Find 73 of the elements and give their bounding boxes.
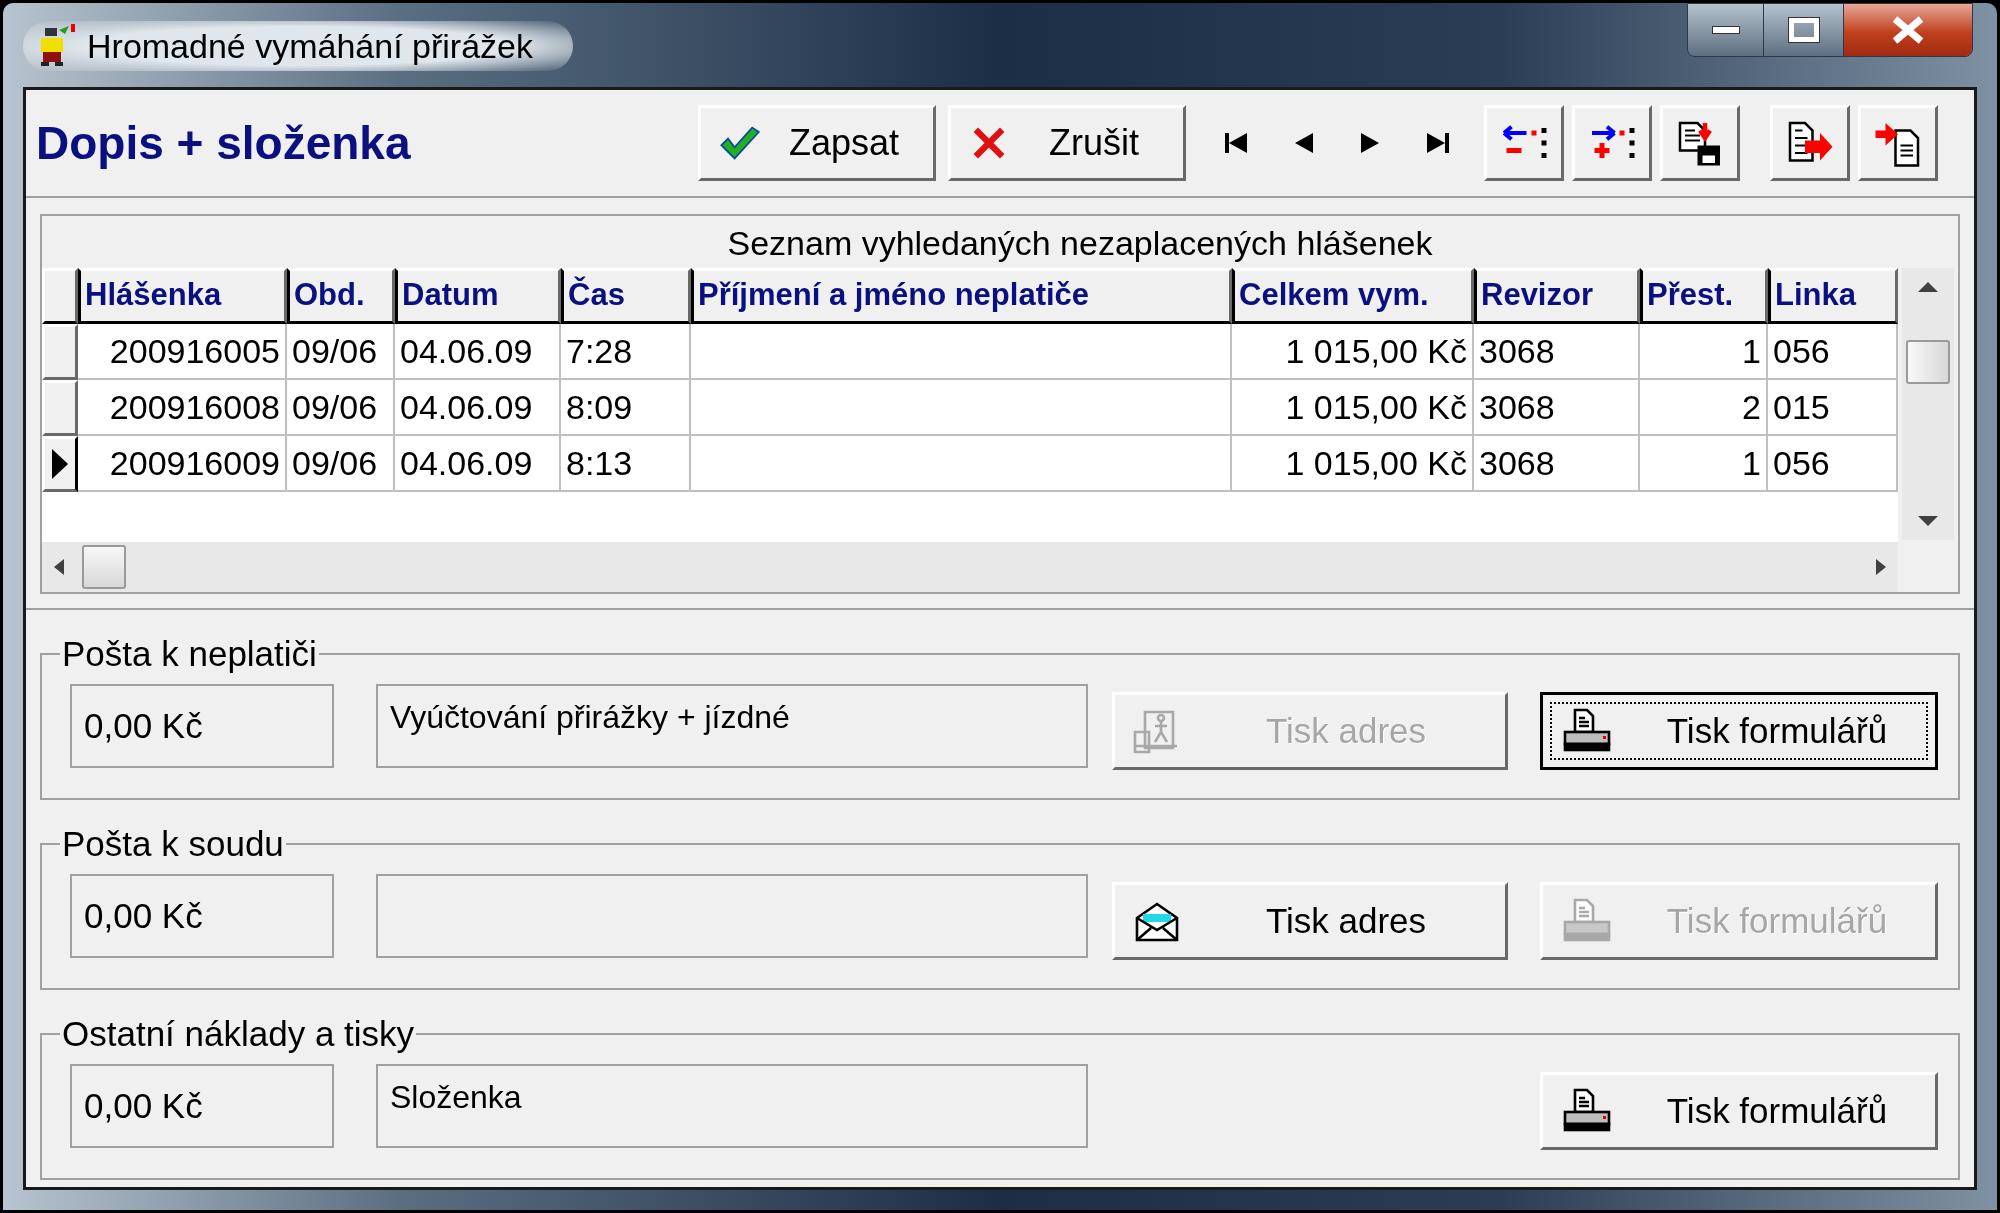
table-cell: 1 (1640, 436, 1768, 492)
scroll-up-icon[interactable] (1918, 282, 1938, 292)
scroll-down-icon[interactable] (1918, 516, 1938, 526)
table-cell: 3068 (1474, 324, 1640, 380)
envelope-icon (1133, 900, 1181, 942)
add-item-button[interactable] (1572, 105, 1652, 181)
table-cell: 1 015,00 Kč (1232, 380, 1474, 436)
description-field[interactable]: Vyúčtování přirážky + jízdné (376, 684, 1088, 768)
row-indicator[interactable] (42, 436, 78, 492)
description-field[interactable] (376, 874, 1088, 958)
print-addresses-button[interactable]: Tisk adres (1112, 882, 1508, 960)
table-cell: 056 (1768, 436, 1898, 492)
group-title: Ostatní náklady a tisky (61, 1014, 416, 1054)
export-document-button[interactable] (1770, 105, 1850, 181)
table-cell: 04.06.09 (395, 436, 561, 492)
table-cell: 1 015,00 Kč (1232, 436, 1474, 492)
printer-icon (1561, 1088, 1613, 1134)
table-cell: 09/06 (287, 324, 395, 380)
column-header[interactable]: Linka (1768, 268, 1898, 324)
column-header[interactable]: Hlášenka (78, 268, 287, 324)
scroll-right-icon[interactable] (1876, 559, 1886, 575)
close-icon (1891, 15, 1925, 45)
table-cell: 1 015,00 Kč (1232, 324, 1474, 380)
amount-field[interactable]: 0,00 Kč (70, 684, 334, 768)
column-header[interactable]: Revizor (1474, 268, 1640, 324)
amount-field[interactable]: 0,00 Kč (70, 874, 334, 958)
table-cell: 056 (1768, 324, 1898, 380)
group-title: Pošta k neplatiči (61, 634, 318, 674)
table-cell: 3068 (1474, 436, 1640, 492)
table-caption: Seznam vyhledaných nezaplacených hlášenek (726, 223, 1433, 264)
cancel-button[interactable]: Zrušit (948, 105, 1186, 181)
table-cell: 3068 (1474, 380, 1640, 436)
column-header[interactable]: Přest. (1640, 268, 1768, 324)
maximize-button[interactable] (1764, 4, 1844, 56)
table-cell: 8:13 (561, 436, 691, 492)
remove-item-button[interactable] (1484, 105, 1564, 181)
table-cell: 1 (1640, 324, 1768, 380)
vertical-scrollbar[interactable] (1902, 268, 1954, 540)
description-field[interactable]: Složenka (376, 1064, 1088, 1148)
column-header[interactable]: Celkem vym. (1232, 268, 1474, 324)
table-cell: 015 (1768, 380, 1898, 436)
save-document-button[interactable] (1660, 105, 1740, 181)
save-button[interactable]: Zapsat (698, 105, 936, 181)
column-header[interactable]: Čas (561, 268, 691, 324)
table-cell: 09/06 (287, 436, 395, 492)
table-cell: 200916009 (78, 436, 287, 492)
table-cell: 09/06 (287, 380, 395, 436)
printer-icon (1561, 898, 1613, 944)
column-header[interactable]: Datum (395, 268, 561, 324)
scrollbar-thumb[interactable] (1906, 340, 1950, 384)
print-forms-button[interactable]: Tisk formulářů (1540, 1072, 1938, 1150)
table-cell: 2 (1640, 380, 1768, 436)
minimize-button[interactable] (1688, 4, 1764, 56)
horizontal-scrollbar[interactable] (42, 542, 1898, 592)
window-title: Hromadné vymáhání přirážek (87, 26, 533, 67)
column-header[interactable]: Obd. (287, 268, 395, 324)
column-header[interactable]: Příjmení a jméno neplatiče (691, 268, 1232, 324)
scrollbar-thumb[interactable] (82, 545, 126, 589)
table-cell: 200916005 (78, 324, 287, 380)
table-cell: 04.06.09 (395, 380, 561, 436)
dialog-heading: Dopis + složenka (36, 115, 412, 171)
scroll-left-icon[interactable] (54, 559, 64, 575)
amount-field[interactable]: 0,00 Kč (70, 1064, 334, 1148)
group-title: Pošta k soudu (61, 824, 285, 864)
current-row-icon (52, 449, 68, 479)
table-cell: 200916008 (78, 380, 287, 436)
table-cell: 04.06.09 (395, 324, 561, 380)
table-cell: 8:09 (561, 380, 691, 436)
table-cell: 7:28 (561, 324, 691, 380)
import-document-button[interactable] (1858, 105, 1938, 181)
printer-icon (1561, 708, 1613, 754)
print-forms-button[interactable]: Tisk formulářů (1540, 692, 1938, 770)
close-button[interactable] (1844, 4, 1972, 56)
